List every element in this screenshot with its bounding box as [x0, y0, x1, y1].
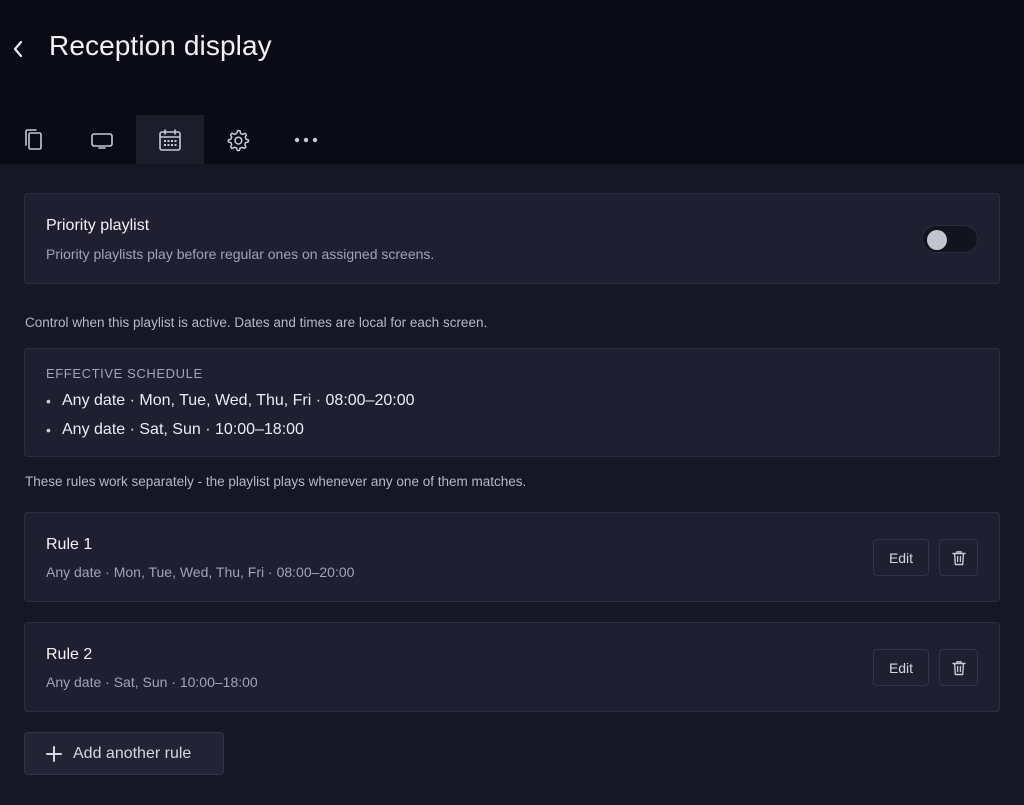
tab-screens[interactable]	[68, 115, 136, 164]
priority-toggle[interactable]	[922, 225, 978, 253]
trash-icon	[951, 550, 966, 565]
tab-settings[interactable]	[204, 115, 272, 164]
effective-schedule-heading: EFFECTIVE SCHEDULE	[46, 366, 203, 381]
chevron-left-icon	[13, 40, 23, 58]
edit-rule-button[interactable]: Edit	[873, 649, 929, 686]
priority-card: Priority playlist Priority playlists pla…	[24, 193, 1000, 284]
rule-title: Rule 2	[46, 646, 93, 663]
add-rule-button[interactable]: Add another rule	[24, 732, 224, 775]
bullet: •	[46, 422, 51, 438]
delete-rule-button[interactable]	[939, 539, 978, 576]
display-icon	[91, 132, 113, 149]
effective-schedule-card: EFFECTIVE SCHEDULE • Any date · Mon, Tue…	[24, 348, 1000, 457]
rules-helper-text: These rules work separately - the playli…	[25, 474, 527, 489]
calendar-icon	[159, 128, 181, 151]
plus-icon	[45, 745, 63, 763]
schedule-item-text: Any date · Sat, Sun · 10:00–18:00	[62, 421, 304, 438]
bullet: •	[46, 393, 51, 409]
schedule-item: • Any date · Sat, Sun · 10:00–18:00	[46, 421, 304, 439]
priority-title: Priority playlist	[46, 217, 150, 234]
more-horizontal-icon	[294, 137, 318, 142]
schedule-panel: Priority playlist Priority playlists pla…	[0, 164, 1024, 805]
rule-card: Rule 1 Any date · Mon, Tue, Wed, Thu, Fr…	[24, 512, 1000, 602]
control-helper-text: Control when this playlist is active. Da…	[25, 315, 488, 330]
rule-title: Rule 1	[46, 536, 93, 553]
back-button[interactable]	[6, 36, 30, 62]
tab-bar	[0, 115, 340, 164]
schedule-item: • Any date · Mon, Tue, Wed, Thu, Fri · 0…	[46, 392, 415, 410]
header: Reception display	[0, 0, 1024, 164]
tab-schedule[interactable]	[136, 115, 204, 164]
edit-rule-button[interactable]: Edit	[873, 539, 929, 576]
copy-icon	[25, 128, 42, 150]
priority-description: Priority playlists play before regular o…	[46, 246, 435, 262]
tab-pages[interactable]	[0, 115, 68, 164]
trash-icon	[951, 660, 966, 675]
rule-summary: Any date · Sat, Sun · 10:00–18:00	[46, 674, 258, 690]
tab-more[interactable]	[272, 115, 340, 164]
gear-icon	[227, 129, 250, 151]
add-rule-label: Add another rule	[73, 744, 192, 762]
page-title: Reception display	[49, 30, 272, 61]
toggle-knob	[927, 230, 947, 250]
schedule-item-text: Any date · Mon, Tue, Wed, Thu, Fri · 08:…	[62, 392, 415, 409]
delete-rule-button[interactable]	[939, 649, 978, 686]
rule-card: Rule 2 Any date · Sat, Sun · 10:00–18:00…	[24, 622, 1000, 712]
rule-summary: Any date · Mon, Tue, Wed, Thu, Fri · 08:…	[46, 564, 355, 580]
